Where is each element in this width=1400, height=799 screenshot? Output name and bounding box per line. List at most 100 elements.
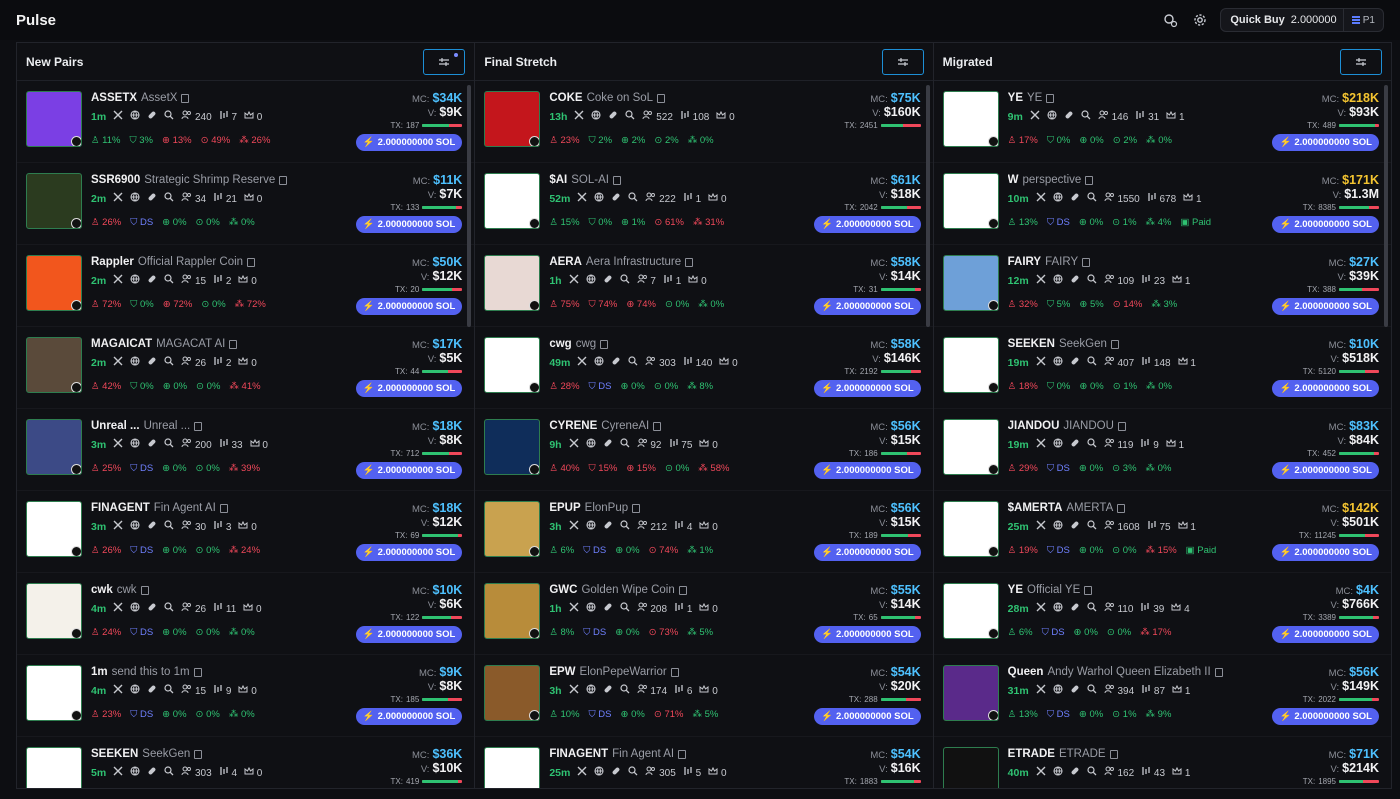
x-icon[interactable]: [574, 110, 584, 123]
token-row[interactable]: CYRENE CyreneAI 9h 92 75 0 ♙ 40% ⛉ 15% ⊕ 15% ⊙…: [475, 409, 933, 491]
token-image[interactable]: [942, 583, 999, 639]
x-icon[interactable]: [1036, 274, 1046, 287]
token-row[interactable]: SEEKEN SeekGen 5m 303 4 0 MC: $36K V: $10K TX: …: [17, 737, 474, 788]
copy-icon[interactable]: [685, 257, 694, 267]
token-name[interactable]: Official Rappler Coin: [138, 256, 243, 268]
search-icon[interactable]: [1087, 192, 1097, 205]
search-icon[interactable]: [164, 438, 174, 451]
preset-selector[interactable]: P1: [1342, 9, 1383, 31]
search-icon[interactable]: [1087, 274, 1097, 287]
token-row[interactable]: Unreal ... Unreal ... 3m 200 33 0 ♙ 25% ⛉ DS…: [17, 409, 475, 491]
token-image[interactable]: [484, 419, 541, 475]
search-icon[interactable]: [164, 520, 174, 533]
copy-icon[interactable]: [279, 175, 288, 185]
token-name[interactable]: cwk: [117, 584, 137, 596]
pill-icon[interactable]: [147, 356, 157, 369]
token-image[interactable]: [942, 501, 999, 557]
token-name[interactable]: MAGACAT AI: [156, 338, 225, 350]
quick-buy-button[interactable]: ⚡ 2.000000000 SOL: [814, 380, 921, 397]
quick-buy-button[interactable]: ⚡ 2.000000000 SOL: [1272, 134, 1379, 151]
x-icon[interactable]: [113, 684, 123, 697]
quick-buy-button[interactable]: ⚡ 2.000000000 SOL: [814, 298, 921, 315]
token-row[interactable]: SSR6900 Strategic Shrimp Reserve 2m 34 21 …: [17, 163, 475, 245]
copy-icon[interactable]: [219, 503, 228, 513]
token-image[interactable]: [942, 91, 999, 147]
token-name[interactable]: SeekGen: [142, 748, 190, 760]
x-icon[interactable]: [1036, 192, 1046, 205]
token-name[interactable]: Official YE: [1027, 584, 1080, 596]
globe-icon[interactable]: [130, 602, 140, 615]
copy-icon[interactable]: [1117, 503, 1126, 513]
pill-icon[interactable]: [1070, 766, 1080, 779]
token-image[interactable]: [484, 255, 541, 311]
copy-icon[interactable]: [1084, 585, 1093, 595]
token-name[interactable]: FAIRY: [1045, 256, 1078, 268]
pill-icon[interactable]: [608, 110, 618, 123]
pill-icon[interactable]: [1070, 520, 1080, 533]
token-name[interactable]: Golden Wipe Coin: [581, 584, 674, 596]
x-icon[interactable]: [577, 766, 587, 779]
token-name[interactable]: Coke on SoL: [587, 92, 654, 104]
token-image[interactable]: [484, 665, 541, 721]
pill-icon[interactable]: [603, 684, 613, 697]
x-icon[interactable]: [569, 602, 579, 615]
quick-buy-button[interactable]: ⚡ 2.000000000 SOL: [355, 298, 463, 315]
search-icon[interactable]: [619, 520, 630, 533]
quick-buy-button[interactable]: ⚡ 2.000000000 SOL: [1272, 298, 1379, 315]
x-icon[interactable]: [113, 602, 123, 615]
globe-icon[interactable]: [130, 192, 140, 205]
x-icon[interactable]: [569, 684, 579, 697]
token-row[interactable]: 1m send this to 1m 4m 15 9 0 ♙ 23% ⛉ DS ⊕ 0% ⊙…: [17, 655, 475, 737]
copy-icon[interactable]: [1110, 339, 1119, 349]
pill-icon[interactable]: [603, 520, 613, 533]
token-name[interactable]: Unreal ...: [144, 420, 191, 432]
x-icon[interactable]: [569, 520, 579, 533]
token-row[interactable]: COKE Coke on SoL 13h 522 108 0 ♙ 23% ⛉ 2% ⊕ 2…: [475, 81, 933, 163]
token-row[interactable]: SEEKEN SeekGen 19m 407 148 1 ♙ 18% ⛉ 0% ⊕ 0% ⊙…: [933, 327, 1391, 409]
globe-icon[interactable]: [1053, 274, 1063, 287]
pill-icon[interactable]: [1070, 602, 1080, 615]
token-image[interactable]: [26, 173, 82, 229]
copy-icon[interactable]: [612, 175, 621, 185]
quick-buy-button[interactable]: ⚡ 2.000000000 SOL: [355, 134, 463, 151]
globe-icon[interactable]: [130, 110, 140, 123]
copy-icon[interactable]: [194, 749, 203, 759]
token-name[interactable]: perspective: [1023, 174, 1082, 186]
globe-icon[interactable]: [1053, 438, 1063, 451]
token-row[interactable]: YE YE 9m 146 31 1 ♙ 17% ⛉ 0% ⊕ 0% ⊙ 2% ⁂ 0% MC: $…: [933, 81, 1391, 163]
copy-icon[interactable]: [1117, 421, 1126, 431]
copy-icon[interactable]: [657, 93, 666, 103]
search-icon[interactable]: [619, 602, 630, 615]
quick-buy-button[interactable]: ⚡ 2.000000000 SOL: [355, 626, 463, 643]
copy-icon[interactable]: [678, 585, 687, 595]
globe-icon[interactable]: [1047, 110, 1057, 123]
token-name[interactable]: cwg: [576, 338, 596, 350]
token-image[interactable]: [26, 501, 82, 557]
filter-button[interactable]: [1339, 48, 1382, 75]
globe-icon[interactable]: [586, 520, 596, 533]
copy-icon[interactable]: [229, 339, 238, 349]
gear-icon[interactable]: [1190, 10, 1210, 30]
globe-icon[interactable]: [1053, 356, 1063, 369]
token-name[interactable]: CyreneAI: [601, 420, 649, 432]
pill-icon[interactable]: [611, 192, 621, 205]
token-name[interactable]: Fin Agent AI: [612, 748, 674, 760]
x-icon[interactable]: [1036, 438, 1046, 451]
token-row[interactable]: Queen Andy Warhol Queen Elizabeth II 31m 3…: [933, 655, 1391, 737]
x-icon[interactable]: [1036, 684, 1046, 697]
search-icon[interactable]: [1087, 438, 1097, 451]
globe-icon[interactable]: [130, 356, 140, 369]
search-icon[interactable]: [164, 766, 174, 779]
token-image[interactable]: [26, 255, 82, 311]
copy-icon[interactable]: [140, 585, 149, 595]
pill-icon[interactable]: [147, 274, 157, 287]
x-icon[interactable]: [113, 520, 123, 533]
token-row[interactable]: FINAGENT Fin Agent AI 25m 305 5 0 MC: $54K V:…: [475, 737, 932, 788]
copy-icon[interactable]: [653, 421, 662, 431]
globe-icon[interactable]: [130, 274, 140, 287]
globe-icon[interactable]: [1053, 192, 1063, 205]
token-name[interactable]: JIANDOU: [1063, 420, 1113, 432]
globe-icon[interactable]: [1053, 602, 1063, 615]
search-icon[interactable]: [619, 438, 630, 451]
search-icon[interactable]: [164, 110, 174, 123]
